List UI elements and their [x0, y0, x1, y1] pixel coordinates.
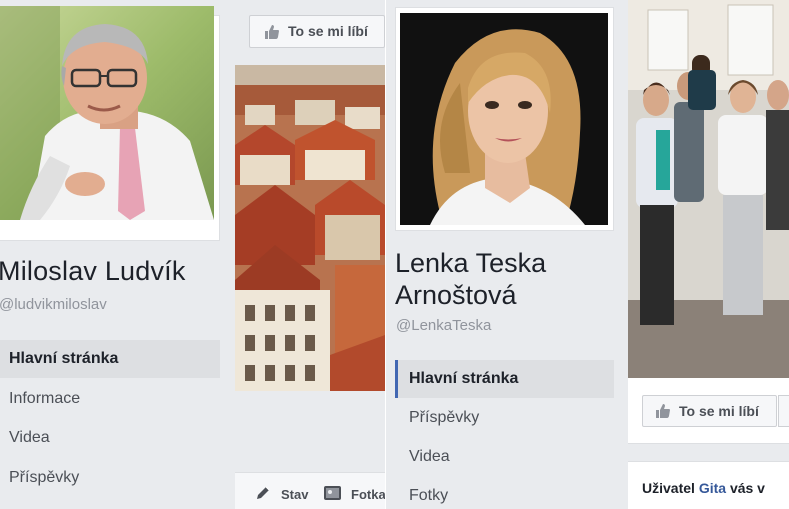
thumbs-up-icon [656, 404, 670, 418]
left-profile-photo[interactable] [0, 6, 214, 220]
more-button[interactable] [778, 395, 789, 427]
right-nav-home[interactable]: Hlavní stránka [395, 360, 614, 398]
like-button-2-label: To se mi líbí [679, 403, 759, 419]
invite-prefix: Uživatel [642, 480, 695, 496]
left-nav-posts[interactable]: Příspěvky [0, 459, 220, 497]
thumbs-up-icon [265, 25, 279, 39]
invite-suffix: vás v [729, 480, 765, 496]
photo-icon [324, 486, 341, 500]
right-profile-name[interactable]: Lenka Teska Arnoštová [395, 247, 620, 311]
right-nav-photos[interactable]: Fotky [395, 477, 614, 509]
right-profile-handle[interactable]: @LenkaTeska [396, 317, 491, 334]
right-nav-posts[interactable]: Příspěvky [395, 399, 614, 437]
status-button[interactable]: Stav [281, 487, 308, 502]
left-nav-home[interactable]: Hlavní stránka [0, 340, 220, 378]
pencil-icon [257, 486, 270, 499]
cover-photo-group[interactable] [628, 0, 789, 378]
invite-text: Uživatel Gita vás v [642, 480, 765, 496]
cover-photo-city[interactable] [235, 65, 385, 391]
left-nav-info[interactable]: Informace [0, 380, 220, 418]
left-nav-videos[interactable]: Videa [0, 419, 220, 457]
left-profile-name[interactable]: Miloslav Ludvík [0, 256, 186, 287]
like-button-2[interactable]: To se mi líbí [642, 395, 777, 427]
photo-button[interactable]: Fotka [351, 487, 386, 502]
like-button-label: To se mi líbí [288, 23, 368, 39]
like-button[interactable]: To se mi líbí [249, 15, 385, 48]
right-nav-videos[interactable]: Videa [395, 438, 614, 476]
invite-user-link[interactable]: Gita [699, 480, 726, 496]
left-profile-handle[interactable]: @ludvikmiloslav [0, 296, 107, 313]
right-profile-photo[interactable] [400, 13, 608, 225]
